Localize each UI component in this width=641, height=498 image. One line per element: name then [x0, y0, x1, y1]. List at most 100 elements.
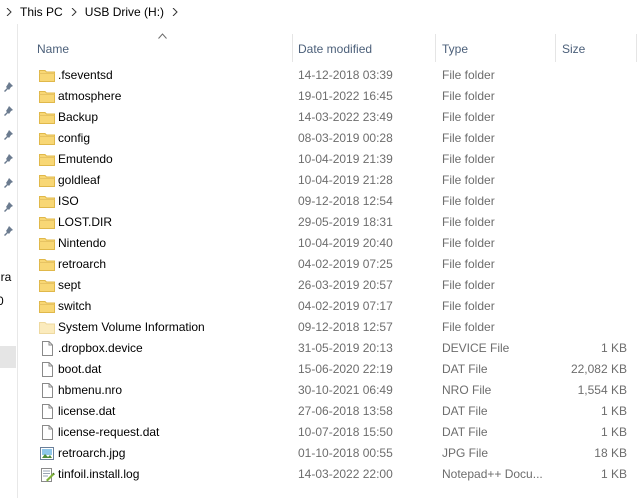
breadcrumb-this-pc[interactable]: This PC — [18, 5, 65, 19]
file-icon — [39, 362, 55, 377]
sort-ascending-icon — [158, 33, 167, 39]
column-header-name[interactable]: Name — [34, 39, 69, 59]
file-size: 1 KB — [600, 467, 627, 481]
folder-icon — [39, 110, 55, 125]
file-row[interactable]: config 08-03-2019 00:28 File folder — [17, 128, 641, 149]
file-name: retroarch — [58, 257, 107, 271]
pin-icon — [4, 226, 13, 236]
column-header-row: Name Date modified Type Size — [17, 24, 641, 66]
file-row[interactable]: .fseventsd 14-12-2018 03:39 File folder — [17, 65, 641, 86]
file-name: tinfoil.install.log — [58, 467, 140, 481]
column-header-type[interactable]: Type — [439, 39, 468, 59]
file-type: File folder — [442, 131, 495, 145]
file-type: File folder — [442, 110, 495, 124]
file-row[interactable]: license.dat 27-06-2018 13:58 DAT File 1 KB — [17, 401, 641, 422]
file-type: File folder — [442, 173, 495, 187]
folder-icon — [39, 173, 55, 188]
column-divider[interactable] — [555, 34, 556, 62]
file-date-modified: 10-04-2019 21:39 — [298, 152, 393, 166]
column-divider[interactable] — [435, 34, 436, 62]
file-date-modified: 15-06-2020 22:19 — [298, 362, 393, 376]
column-divider[interactable] — [636, 34, 637, 62]
file-row[interactable]: atmosphere 19-01-2022 16:45 File folder — [17, 86, 641, 107]
chevron-right-icon[interactable] — [166, 0, 184, 24]
file-row[interactable]: boot.dat 15-06-2020 22:19 DAT File 22,082 K… — [17, 359, 641, 380]
file-row[interactable]: switch 04-02-2019 07:17 File folder — [17, 296, 641, 317]
file-row[interactable]: hbmenu.nro 30-10-2021 06:49 NRO File 1,554 … — [17, 380, 641, 401]
file-row[interactable]: retroarch.jpg 01-10-2018 00:55 JPG File 18 … — [17, 443, 641, 464]
file-type: File folder — [442, 299, 495, 313]
file-row[interactable]: sept 26-03-2019 20:57 File folder — [17, 275, 641, 296]
file-row[interactable]: Emutendo 10-04-2019 21:39 File folder — [17, 149, 641, 170]
file-name: hbmenu.nro — [58, 383, 123, 397]
file-name: switch — [58, 299, 92, 313]
chevron-right-icon[interactable] — [65, 0, 83, 24]
file-date-modified: 09-12-2018 12:57 — [298, 320, 393, 334]
file-name: Emutendo — [58, 152, 113, 166]
file-date-modified: 14-03-2022 22:00 — [298, 467, 393, 481]
file-type: File folder — [442, 194, 495, 208]
file-name: config — [58, 131, 91, 145]
column-header-size[interactable]: Size — [559, 39, 585, 59]
file-name: sept — [58, 278, 81, 292]
file-date-modified: 04-02-2019 07:17 — [298, 299, 393, 313]
file-type: File folder — [442, 320, 495, 334]
file-icon — [39, 425, 55, 440]
file-date-modified: 10-04-2019 20:40 — [298, 236, 393, 250]
file-size: 1 KB — [600, 341, 627, 355]
file-type: File folder — [442, 278, 495, 292]
file-date-modified: 30-10-2021 06:49 — [298, 383, 393, 397]
file-icon — [39, 341, 55, 356]
file-name: ISO — [58, 194, 79, 208]
file-name: Nintendo — [58, 236, 107, 250]
pin-icon — [4, 106, 13, 116]
file-date-modified: 19-01-2022 16:45 — [298, 89, 393, 103]
file-row[interactable]: retroarch 04-02-2019 07:25 File folder — [17, 254, 641, 275]
file-name: license.dat — [58, 404, 116, 418]
file-size: 1 KB — [600, 404, 627, 418]
file-row[interactable]: goldleaf 10-04-2019 21:28 File folder — [17, 170, 641, 191]
navigation-pane[interactable]: gra 0 — [0, 24, 18, 498]
file-name: .fseventsd — [58, 68, 113, 82]
file-row[interactable]: Nintendo 10-04-2019 20:40 File folder — [17, 233, 641, 254]
image-file-icon — [39, 446, 55, 461]
file-date-modified: 04-02-2019 07:25 — [298, 257, 393, 271]
file-row[interactable]: .dropbox.device 31-05-2019 20:13 DEVICE Fi… — [17, 338, 641, 359]
file-row[interactable]: System Volume Information 09-12-2018 12:5… — [17, 317, 641, 338]
nav-item-label[interactable]: 0 — [0, 294, 4, 308]
folder-icon — [39, 236, 55, 251]
file-icon — [39, 383, 55, 398]
file-date-modified: 10-04-2019 21:28 — [298, 173, 393, 187]
breadcrumb: This PC USB Drive (H:) — [0, 0, 641, 24]
file-type: File folder — [442, 89, 495, 103]
system-folder-icon — [39, 320, 55, 335]
column-header-date-modified[interactable]: Date modified — [295, 39, 372, 59]
pin-icon — [4, 130, 13, 140]
folder-icon — [39, 278, 55, 293]
pin-icon — [4, 154, 13, 164]
column-divider[interactable] — [292, 34, 293, 62]
file-date-modified: 29-05-2019 18:31 — [298, 215, 393, 229]
file-type: File folder — [442, 236, 495, 250]
file-name: System Volume Information — [58, 320, 205, 334]
file-size: 22,082 KB — [570, 362, 627, 376]
nav-item-selected[interactable] — [0, 346, 16, 368]
nav-item-label[interactable]: gra — [0, 270, 11, 284]
folder-icon — [39, 215, 55, 230]
folder-icon — [39, 152, 55, 167]
folder-icon — [39, 68, 55, 83]
file-row[interactable]: license-request.dat 10-07-2018 15:50 DAT F… — [17, 422, 641, 443]
folder-icon — [39, 299, 55, 314]
file-date-modified: 10-07-2018 15:50 — [298, 425, 393, 439]
file-row[interactable]: Backup 14-03-2022 23:49 File folder — [17, 107, 641, 128]
file-type: File folder — [442, 257, 495, 271]
file-list[interactable]: Name Date modified Type Size .fseventsd 1… — [17, 24, 641, 498]
pin-icon — [4, 82, 13, 92]
file-row[interactable]: LOST.DIR 29-05-2019 18:31 File folder — [17, 212, 641, 233]
breadcrumb-usb-drive[interactable]: USB Drive (H:) — [83, 5, 166, 19]
folder-icon — [39, 89, 55, 104]
chevron-right-icon[interactable] — [0, 0, 18, 24]
file-type: JPG File — [442, 446, 489, 460]
file-row[interactable]: ISO 09-12-2018 12:54 File folder — [17, 191, 641, 212]
file-row[interactable]: tinfoil.install.log 14-03-2022 22:00 Notep… — [17, 464, 641, 485]
